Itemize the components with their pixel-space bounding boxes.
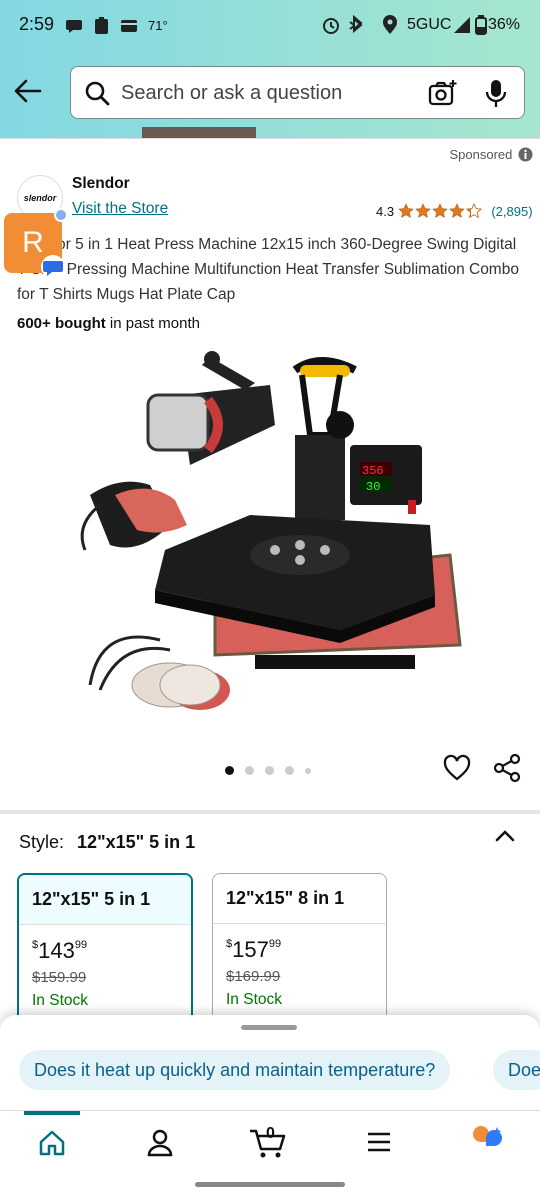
- chevron-up-icon[interactable]: [494, 828, 516, 844]
- camera-search-icon[interactable]: [428, 79, 458, 107]
- display-time: 30: [366, 480, 380, 494]
- style-option-card[interactable]: 12"x15" 8 in 1 $15799 $169.99 In Stock: [212, 873, 387, 1033]
- style-option-price: $14399: [32, 938, 88, 963]
- plate-press-attachment: [88, 635, 230, 710]
- visit-store-link[interactable]: Visit the Store: [72, 200, 168, 218]
- rating[interactable]: 4.3 (2,895): [376, 203, 533, 219]
- previous-content-peek: [142, 127, 256, 138]
- app-header: 2:59 71° 5GUC 36%: [0, 0, 540, 138]
- share-icon[interactable]: [493, 753, 523, 783]
- microphone-icon[interactable]: [484, 78, 508, 110]
- cart-button[interactable]: 0: [248, 1123, 288, 1164]
- gesture-bar: [195, 1182, 345, 1187]
- image-carousel-dots[interactable]: [225, 762, 322, 780]
- search-bar[interactable]: [70, 66, 525, 119]
- product-image[interactable]: 356 30: [70, 345, 470, 745]
- search-input[interactable]: [121, 77, 411, 109]
- avatar-badge-dot: [54, 208, 68, 222]
- divider: [0, 138, 540, 139]
- back-arrow-icon[interactable]: [12, 76, 44, 106]
- rufus-assistant-icon[interactable]: [470, 1125, 506, 1157]
- style-option-list-price: $159.99: [32, 969, 87, 986]
- nav-active-indicator: [24, 1111, 80, 1115]
- sponsored-label: Sponsored: [449, 147, 533, 162]
- purchase-count-rest: in past month: [105, 315, 200, 332]
- search-icon: [85, 81, 110, 106]
- system-icons: [323, 15, 397, 34]
- purchase-count: 600+ bought in past month: [17, 315, 200, 332]
- status-network: 5GUC: [407, 16, 452, 33]
- style-selector-header[interactable]: Style: 12"x15" 5 in 1: [19, 832, 195, 853]
- carousel-dot[interactable]: [285, 766, 294, 776]
- cart-count: 0: [266, 1125, 275, 1142]
- display-temperature: 356: [362, 464, 384, 478]
- heart-icon[interactable]: [443, 754, 471, 782]
- review-count: (2,895): [491, 204, 533, 219]
- product-title: or 5 in 1 Heat Press Machine 12x15 inch …: [17, 236, 519, 303]
- sheet-drag-handle[interactable]: [241, 1025, 297, 1030]
- carousel-dot[interactable]: [265, 766, 274, 776]
- status-battery: 36%: [488, 16, 521, 33]
- carousel-dot-active[interactable]: [225, 766, 234, 776]
- question-chip[interactable]: Doe: [493, 1050, 540, 1090]
- chat-bubble-icon: [41, 255, 65, 279]
- mug-press-attachment: [146, 351, 275, 465]
- menu-icon[interactable]: [366, 1131, 392, 1153]
- carousel-dot[interactable]: [245, 766, 254, 776]
- style-option-availability: In Stock: [32, 992, 88, 1009]
- brand-name: Slendor: [72, 175, 130, 192]
- cap-press-attachment: [80, 481, 187, 551]
- info-icon[interactable]: [518, 147, 533, 162]
- question-chip[interactable]: Does it heat up quickly and maintain tem…: [19, 1050, 451, 1090]
- style-label: Style:: [19, 832, 65, 852]
- rating-value: 4.3: [376, 204, 395, 219]
- battery-icon: [475, 15, 487, 35]
- style-option-card[interactable]: 12"x15" 5 in 1 $14399 $159.99 In Stock: [17, 873, 193, 1033]
- home-icon[interactable]: [38, 1129, 66, 1157]
- style-option-availability: In Stock: [226, 991, 282, 1008]
- carousel-dot[interactable]: [305, 767, 311, 774]
- section-divider: [0, 810, 540, 814]
- purchase-count-bold: 600+ bought: [17, 315, 106, 332]
- style-selected-value: 12"x15" 5 in 1: [77, 832, 196, 852]
- signal-icon: [454, 17, 470, 33]
- style-option-name: 12"x15" 5 in 1: [19, 875, 191, 925]
- style-option-name: 12"x15" 8 in 1: [213, 874, 386, 924]
- status-time: 2:59: [19, 14, 55, 34]
- questions-sheet: Does it heat up quickly and maintain tem…: [0, 1015, 540, 1115]
- star-rating-icon: [398, 203, 482, 218]
- status-temperature: 71°: [148, 18, 168, 33]
- account-icon[interactable]: [146, 1128, 174, 1158]
- notification-icons: [66, 17, 137, 34]
- style-option-price: $15799: [226, 937, 282, 962]
- style-option-list-price: $169.99: [226, 968, 281, 985]
- bottom-navigation: 0: [0, 1110, 540, 1172]
- brand-logo-text: slendor: [23, 193, 57, 203]
